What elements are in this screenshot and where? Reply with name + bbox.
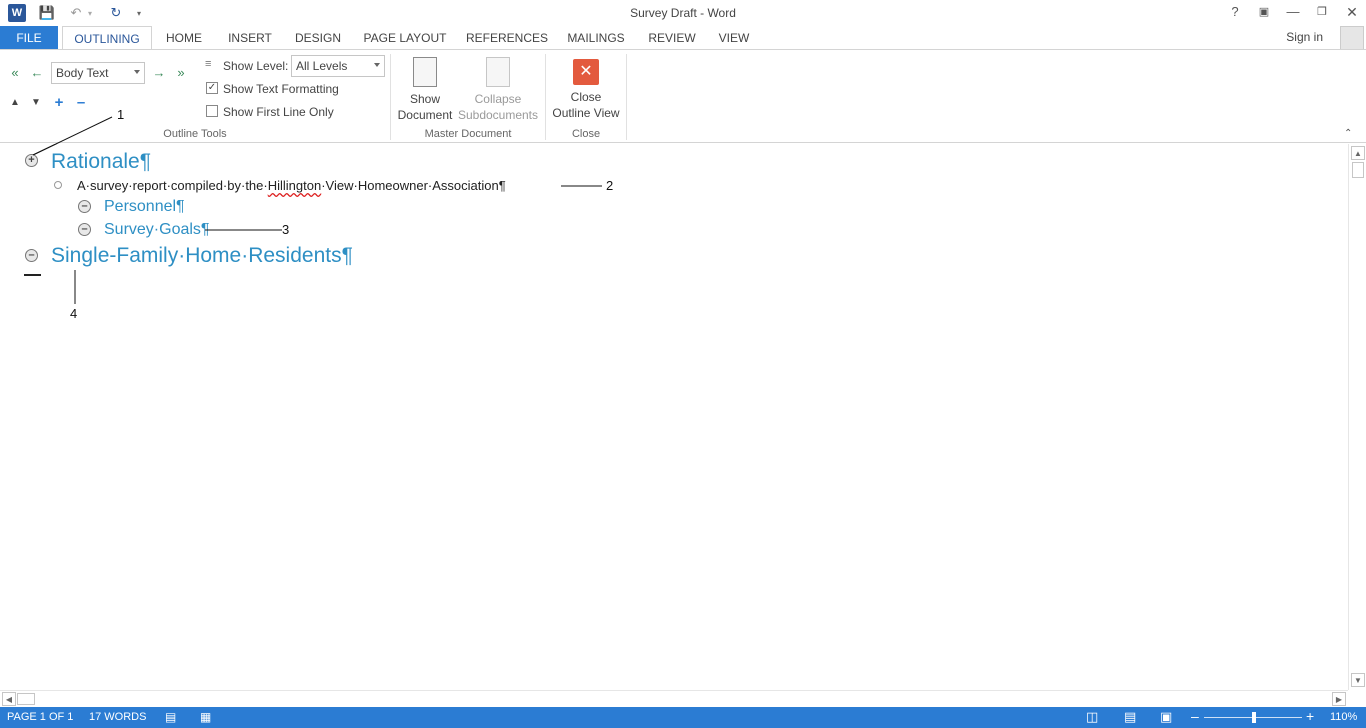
expand-icon[interactable]: + (52, 95, 66, 110)
horizontal-scrollbar[interactable]: ◀ ▶ (0, 690, 1348, 707)
vertical-scrollbar[interactable]: ▲ ▼ (1348, 144, 1366, 690)
tab-outlining[interactable]: OUTLINING (62, 26, 152, 51)
outline-level-select[interactable]: Body Text (51, 62, 145, 84)
show-document-label-1: Show (409, 92, 441, 106)
hscroll-thumb[interactable] (17, 693, 35, 705)
page-count[interactable]: PAGE 1 OF 1 (7, 711, 73, 723)
outline-level-value: Body Text (56, 66, 109, 80)
callout-lines (32, 144, 602, 304)
close-icon: ✕ (573, 59, 599, 85)
help-button[interactable]: ? (1221, 2, 1249, 22)
tab-insert[interactable]: INSERT (224, 26, 276, 50)
chevron-down-icon (374, 63, 380, 67)
restore-icon[interactable]: ❐ (1308, 2, 1336, 22)
zoom-level[interactable]: 110% (1330, 711, 1357, 723)
ribbon-display-options-icon[interactable]: ▣ (1250, 2, 1278, 22)
collapse-icon[interactable]: – (74, 95, 88, 110)
zoom-slider-handle[interactable] (1252, 712, 1256, 723)
tab-file[interactable]: FILE (0, 26, 58, 50)
show-level-icon: ≡ (205, 58, 212, 70)
close-group-label: Close (571, 128, 601, 140)
show-text-formatting-checkbox[interactable]: ✓ (206, 82, 218, 94)
close-outline-view-button[interactable]: ✕ Close Outline View (548, 59, 624, 121)
close-label-2: Outline View (552, 106, 620, 120)
sign-in-link[interactable]: Sign in (1286, 30, 1323, 44)
callout-line-1-upper (32, 116, 113, 155)
macro-recording-icon[interactable]: ▦ (200, 710, 211, 724)
zoom-in-icon[interactable]: + (1306, 708, 1314, 724)
promote-to-heading1-icon[interactable]: « (7, 65, 23, 81)
demote-to-body-text-icon[interactable]: » (173, 65, 189, 81)
move-up-icon[interactable]: ▲ (8, 96, 22, 110)
scroll-up-icon[interactable]: ▲ (1351, 146, 1365, 160)
title-bar: W 💾 ↶ ▾ ↻ ▾ Survey Draft - Word ? ▣ — ❐ … (0, 0, 1366, 26)
chevron-down-icon (134, 70, 140, 74)
close-label-1: Close (570, 90, 602, 104)
callout-3: 3 (282, 222, 290, 237)
show-level-select[interactable]: All Levels (291, 55, 385, 77)
tab-view[interactable]: VIEW (714, 26, 754, 50)
callout-1: 1 (117, 107, 125, 122)
tab-design[interactable]: DESIGN (290, 26, 346, 50)
group-divider (626, 54, 627, 140)
show-text-formatting-label: Show Text Formatting (223, 82, 339, 96)
promote-icon[interactable]: ← (29, 65, 45, 81)
collapse-subdocuments-button[interactable]: Collapse Subdocuments (456, 57, 540, 123)
tab-home[interactable]: HOME (160, 26, 208, 50)
show-first-line-only-checkbox[interactable] (206, 105, 218, 117)
move-down-icon[interactable]: ▼ (29, 96, 43, 110)
tab-page-layout[interactable]: PAGE LAYOUT (360, 26, 450, 50)
status-bar: PAGE 1 OF 1 17 WORDS ▤ ▦ ◫ ▤ ▣ – + 110% (0, 707, 1366, 728)
read-mode-icon[interactable]: ◫ (1086, 709, 1098, 725)
tab-review[interactable]: REVIEW (644, 26, 700, 50)
window-title: Survey Draft - Word (630, 6, 736, 20)
callout-4: 4 (70, 306, 78, 321)
scroll-down-icon[interactable]: ▼ (1351, 673, 1365, 687)
scroll-left-icon[interactable]: ◀ (2, 692, 16, 706)
minimize-icon[interactable]: — (1279, 2, 1307, 22)
word-count[interactable]: 17 WORDS (89, 711, 146, 723)
web-layout-icon[interactable]: ▣ (1160, 709, 1172, 725)
show-level-value: All Levels (296, 59, 348, 73)
print-layout-icon[interactable]: ▤ (1124, 709, 1136, 725)
tab-mailings[interactable]: MAILINGS (562, 26, 630, 50)
show-document-label-2: Document (397, 108, 453, 122)
avatar[interactable] (1340, 26, 1364, 50)
show-level-label: Show Level: (223, 59, 289, 73)
master-document-group-label: Master Document (424, 128, 512, 140)
demote-icon[interactable]: → (151, 65, 167, 81)
show-first-line-only-label: Show First Line Only (223, 105, 334, 119)
collapse-ribbon-icon[interactable]: ⌃ (1344, 128, 1352, 139)
callout-2: 2 (606, 178, 614, 193)
collapse-subdocuments-icon (486, 57, 510, 87)
scroll-thumb[interactable] (1352, 162, 1364, 178)
collapse-label-1: Collapse (474, 92, 522, 106)
collapse-label-2: Subdocuments (457, 108, 539, 122)
zoom-out-icon[interactable]: – (1191, 708, 1199, 724)
proofing-icon[interactable]: ▤ (165, 710, 176, 724)
document-icon (413, 57, 437, 87)
ribbon-tabs: FILE OUTLINING HOME INSERT DESIGN PAGE L… (0, 26, 1366, 51)
document-area[interactable]: + Rationale¶ A·survey·report·compiled·by… (0, 144, 1348, 690)
ribbon: « ← Body Text → » ▲ ▼ + – ≡ Show Level: … (0, 49, 1366, 143)
close-window-icon[interactable]: ✕ (1338, 2, 1366, 22)
show-document-button[interactable]: Show Document (394, 57, 456, 123)
tab-references[interactable]: REFERENCES (466, 26, 548, 50)
scroll-right-icon[interactable]: ▶ (1332, 692, 1346, 706)
